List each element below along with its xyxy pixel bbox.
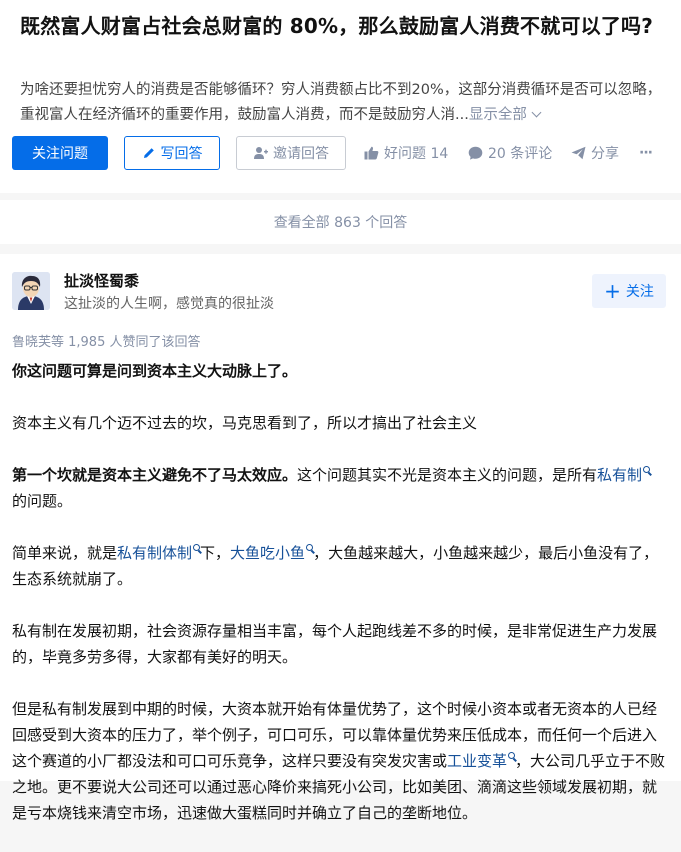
paragraph: 但是私有制发展到中期的时候，大资本就开始有体量优势了，这个时候小资本或者无资本的… — [12, 696, 667, 826]
invite-answer-button[interactable]: 邀请回答 — [236, 136, 346, 170]
search-icon — [508, 752, 516, 759]
follow-question-label: 关注问题 — [32, 146, 88, 162]
good-question-label: 好问题 14 — [384, 146, 449, 162]
text: 这个问题其实不光是资本主义的问题，是所有 — [297, 466, 598, 484]
keyword-link[interactable]: 私有制体制 — [117, 544, 201, 562]
follow-question-button[interactable]: 关注问题 — [12, 136, 108, 170]
search-icon — [193, 544, 201, 551]
pencil-icon — [142, 146, 156, 160]
keyword-link[interactable]: 大鱼吃小鱼 — [230, 544, 314, 562]
more-icon: ··· — [639, 145, 653, 161]
view-all-answers-card: 查看全部 863 个回答 — [0, 200, 681, 244]
vote-summary[interactable]: 鲁晓芙等 1,985 人赞同了该回答 — [12, 331, 200, 350]
paragraph: 第一个坎就是资本主义避免不了马太效应。这个问题其实不光是资本主义的问题，是所有私… — [12, 462, 667, 514]
text: 简单来说，就是 — [12, 544, 118, 562]
paragraph: 简单来说，就是私有制体制 下，大鱼吃小鱼 ，大鱼越来越大，小鱼越来越少，最后小鱼没有… — [12, 540, 667, 592]
paragraph: 私有制在发展初期，社会资源存量相当丰富，每个人起跑线差不多的时候，是非常促进生产… — [12, 622, 658, 666]
more-button[interactable]: ··· — [639, 136, 653, 170]
write-answer-label: 写回答 — [160, 146, 203, 162]
question-action-row: 关注问题 写回答 邀请回答 好问题 14 20 条评论 分享 ··· — [12, 136, 672, 170]
thumbs-up-icon — [364, 146, 379, 160]
follow-author-button[interactable]: + 关注 — [592, 274, 666, 308]
chevron-down-icon — [531, 107, 542, 118]
follow-author-label: 关注 — [625, 284, 654, 300]
question-detail: 为啥还要担忧穷人的消费是否能够循环？穷人消费额占比不到20%，这部分消费循环是否… — [20, 78, 675, 128]
write-answer-button[interactable]: 写回答 — [124, 136, 220, 170]
add-user-icon — [253, 146, 268, 160]
keyword-link[interactable]: 工业变革 — [447, 752, 516, 770]
invite-answer-label: 邀请回答 — [273, 146, 329, 162]
keyword-label: 私有制体制 — [117, 544, 193, 562]
bold-text: 你这问题可算是问到资本主义大动脉上了。 — [12, 362, 298, 380]
keyword-label: 私有制 — [597, 466, 643, 484]
author-bio: 这扯淡的人生啊，感觉真的很扯淡 — [64, 296, 274, 312]
question-title[interactable]: 既然富人财富占社会总财富的 80%，那么鼓励富人消费不就可以了吗? — [20, 10, 675, 42]
paragraph: 资本主义有几个迈不过去的坎，马克思看到了，所以才搞出了社会主义 — [12, 414, 478, 432]
search-icon — [306, 544, 314, 551]
keyword-label: 大鱼吃小鱼 — [230, 544, 306, 562]
avatar[interactable] — [12, 272, 50, 310]
comments-button[interactable]: 20 条评论 — [468, 136, 552, 170]
search-icon — [643, 466, 651, 473]
question-card: 既然富人财富占社会总财富的 80%，那么鼓励富人消费不就可以了吗? 为啥还要担忧… — [0, 0, 681, 193]
text: 下， — [200, 544, 231, 562]
view-all-answers-button[interactable]: 查看全部 863 个回答 — [274, 212, 408, 232]
show-all-label: 显示全部 — [468, 107, 527, 123]
share-icon — [571, 146, 586, 160]
bold-text: 第一个坎就是资本主义避免不了马太效应。 — [12, 466, 298, 484]
text: 的问题。 — [12, 492, 73, 510]
answer-content: 你这问题可算是问到资本主义大动脉上了。 资本主义有几个迈不过去的坎，马克思看到了… — [12, 358, 667, 852]
plus-icon: + — [604, 279, 621, 303]
answer-card: 扯淡怪蜀黍 这扯淡的人生啊，感觉真的很扯淡 + 关注 鲁晓芙等 1,985 人赞… — [0, 254, 681, 822]
question-detail-text: 为啥还要担忧穷人的消费是否能够循环？穷人消费额占比不到20%，这部分消费循环是否… — [20, 82, 662, 123]
share-label: 分享 — [591, 146, 619, 162]
show-all-button[interactable]: 显示全部 — [468, 107, 542, 123]
paragraph: 你这问题可算是问到资本主义大动脉上了。 — [12, 358, 667, 384]
keyword-link[interactable]: 私有制 — [597, 466, 651, 484]
keyword-label: 工业变革 — [447, 752, 508, 770]
comments-label: 20 条评论 — [488, 146, 553, 162]
share-button[interactable]: 分享 — [571, 136, 619, 170]
comment-icon — [468, 146, 483, 160]
good-question-button[interactable]: 好问题 14 — [364, 136, 448, 170]
author-name[interactable]: 扯淡怪蜀黍 — [64, 270, 139, 291]
